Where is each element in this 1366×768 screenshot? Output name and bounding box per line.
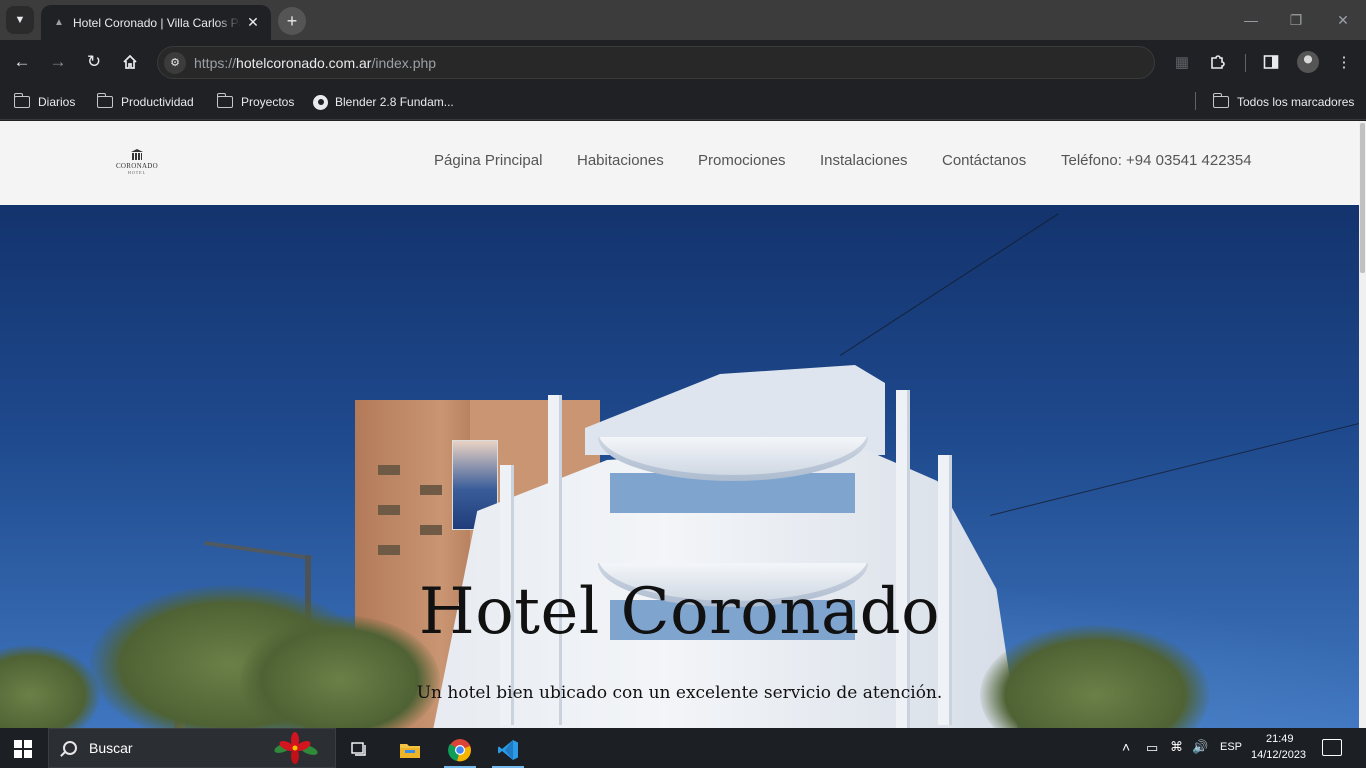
bookmarks-bar: Diarios Productividad Proyectos Blender … (0, 84, 1366, 120)
kebab-menu-icon[interactable]: ⋮ (1332, 50, 1356, 74)
search-icon (63, 741, 77, 755)
battery-icon[interactable]: ▭ (1146, 740, 1158, 756)
window-close-icon[interactable]: ✕ (1333, 10, 1353, 30)
web-page: CORONADO HOTEL Página Principal Habitaci… (0, 121, 1366, 728)
bookmark-folder-diarios[interactable]: Diarios (13, 93, 75, 111)
nav-promociones[interactable]: Promociones (698, 152, 786, 172)
tab-search-button[interactable]: ▼ (6, 6, 34, 34)
chevron-up-icon[interactable]: ˄ (1122, 739, 1130, 755)
chevron-down-icon: ▼ (14, 14, 26, 26)
hero-banner: Hotel Coronado Un hotel bien ubicado con… (0, 205, 1359, 728)
minimize-icon[interactable]: — (1241, 10, 1261, 30)
folder-icon (1212, 93, 1229, 108)
side-panel-icon (1263, 55, 1279, 69)
wifi-icon[interactable]: ⌘ (1170, 739, 1183, 755)
folder-icon (13, 93, 30, 108)
file-explorer-icon (400, 744, 420, 758)
folder-icon (96, 93, 113, 108)
folder-icon (216, 93, 233, 108)
building-icon (131, 149, 143, 161)
forward-button[interactable]: → (45, 49, 71, 75)
install-app-icon[interactable]: ▦ (1170, 50, 1194, 74)
volume-icon[interactable]: 🔊 (1192, 739, 1208, 755)
hotel-logo[interactable]: CORONADO HOTEL (112, 149, 162, 179)
puzzle-icon (1211, 55, 1225, 69)
nav-habitaciones[interactable]: Habitaciones (577, 152, 664, 172)
side-panel-button[interactable] (1259, 50, 1283, 74)
hero-title: Hotel Coronado (418, 575, 941, 649)
chrome-button[interactable] (438, 732, 482, 768)
plus-icon: + (286, 10, 298, 31)
windows-start-icon[interactable] (14, 740, 32, 758)
tab-strip: ▼ ▲ Hotel Coronado | Villa Carlos Paz ✕ … (0, 0, 1366, 40)
nav-instalaciones[interactable]: Instalaciones (820, 152, 908, 172)
restore-icon[interactable]: ❐ (1286, 10, 1306, 30)
nav-contactanos[interactable]: Contáctanos (942, 152, 1026, 172)
arrow-left-icon: ← (13, 52, 31, 71)
extensions-button[interactable] (1206, 50, 1230, 74)
scrollbar-thumb[interactable] (1360, 123, 1365, 273)
chrome-icon (448, 739, 471, 762)
favicon-icon: ▲ (54, 17, 64, 28)
site-info-icon[interactable]: ⚙ (164, 51, 186, 74)
home-icon (123, 54, 137, 69)
profile-avatar[interactable] (1297, 51, 1319, 73)
url-text: https://hotelcoronado.com.ar/index.php (194, 54, 437, 71)
poinsettia-icon (274, 732, 318, 764)
task-view-icon (351, 742, 366, 756)
file-explorer-button[interactable] (388, 732, 432, 768)
task-view-button[interactable] (338, 732, 382, 768)
hero-subtitle: Un hotel bien ubicado con un excelente s… (416, 683, 943, 703)
reload-icon: ↻ (86, 52, 102, 71)
nav-pagina-principal[interactable]: Página Principal (434, 152, 542, 172)
address-bar[interactable]: ⚙ https://hotelcoronado.com.ar/index.php (157, 46, 1155, 79)
home-button[interactable] (117, 49, 143, 75)
language-indicator[interactable]: ESP (1220, 741, 1242, 753)
active-tab[interactable]: ▲ Hotel Coronado | Villa Carlos Paz ✕ (41, 5, 271, 40)
new-tab-button[interactable]: + (278, 7, 306, 35)
notification-icon[interactable] (1322, 739, 1342, 756)
vscode-button[interactable] (486, 732, 530, 768)
clock-date[interactable]: 14/12/2023 (1251, 749, 1306, 761)
reload-button[interactable]: ↻ (81, 49, 107, 75)
bookmark-blender[interactable]: Blender 2.8 Fundam... (313, 93, 454, 111)
blender-icon (313, 94, 328, 110)
bookmarks-divider (1195, 92, 1196, 110)
bookmark-folder-proyectos[interactable]: Proyectos (216, 93, 294, 111)
browser-toolbar: ← → ↻ ⚙ https://hotelcoronado.com.ar/ind… (0, 40, 1366, 84)
toolbar-divider (1245, 54, 1246, 72)
nav-telefono[interactable]: Teléfono: +94 03541 422354 (1061, 152, 1252, 172)
arrow-right-icon: → (49, 52, 67, 71)
clock-time[interactable]: 21:49 (1266, 733, 1294, 745)
taskbar: Buscar ˄ ▭ ⌘ 🔊 ESP 21:49 14/12/2023 (0, 728, 1366, 768)
tab-title: Hotel Coronado | Villa Carlos Paz (73, 15, 241, 30)
vscode-icon (498, 740, 518, 760)
close-icon[interactable]: ✕ (245, 14, 261, 31)
site-header: CORONADO HOTEL Página Principal Habitaci… (0, 121, 1359, 205)
back-button[interactable]: ← (9, 49, 35, 75)
bookmark-folder-productividad[interactable]: Productividad (96, 93, 194, 111)
all-bookmarks-button[interactable]: Todos los marcadores (1212, 93, 1354, 111)
